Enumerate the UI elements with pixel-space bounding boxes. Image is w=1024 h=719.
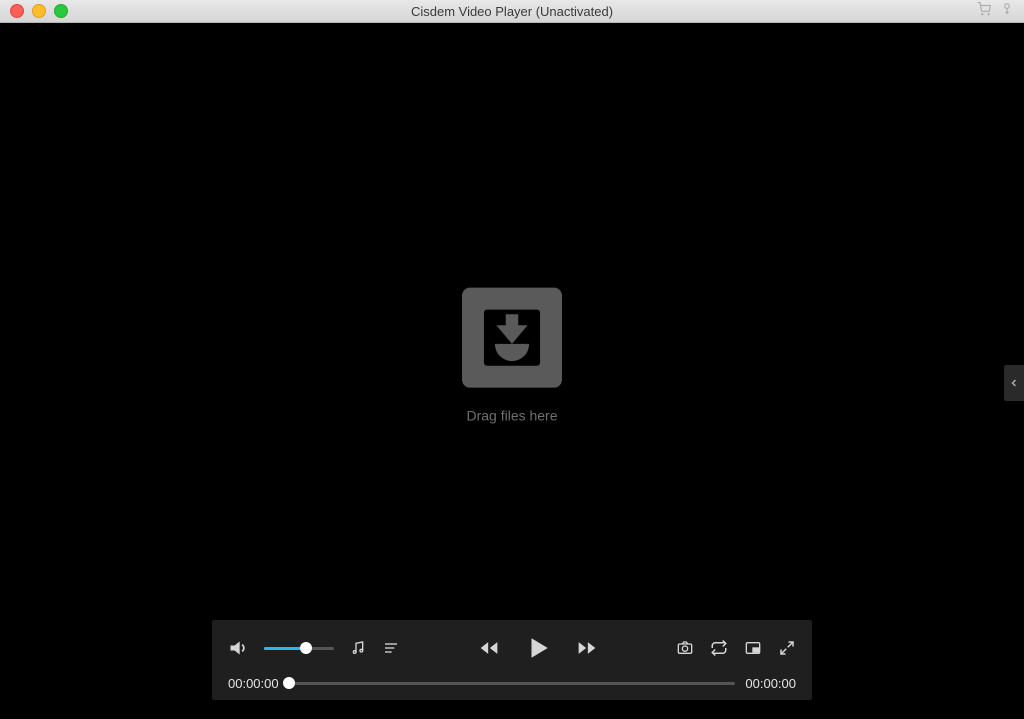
side-panel-toggle[interactable]	[1004, 365, 1024, 401]
volume-slider[interactable]	[264, 647, 334, 650]
picture-in-picture-button[interactable]	[744, 640, 762, 656]
audio-track-button[interactable]	[350, 640, 366, 656]
controls-top-row	[228, 631, 796, 665]
snapshot-button[interactable]	[676, 640, 694, 656]
cart-icon[interactable]	[976, 2, 992, 21]
rewind-button[interactable]	[477, 638, 501, 658]
titlebar-right-icons	[976, 2, 1024, 21]
controls-bar: 00:00:00 00:00:00	[212, 620, 812, 700]
window-title: Cisdem Video Player (Unactivated)	[0, 4, 1024, 19]
play-button[interactable]	[525, 635, 551, 661]
drop-zone-label: Drag files here	[466, 407, 557, 423]
playlist-button[interactable]	[382, 640, 400, 656]
fast-forward-button[interactable]	[575, 638, 599, 658]
total-time-label: 00:00:00	[745, 676, 796, 691]
loop-button[interactable]	[710, 639, 728, 657]
window-controls	[0, 4, 68, 18]
key-icon[interactable]	[1000, 2, 1014, 21]
current-time-label: 00:00:00	[228, 676, 279, 691]
close-window-button[interactable]	[10, 4, 24, 18]
seek-thumb[interactable]	[283, 677, 295, 689]
import-icon	[462, 287, 562, 387]
seek-bar[interactable]	[289, 682, 736, 685]
video-area: Drag files here	[0, 23, 1024, 719]
zoom-window-button[interactable]	[54, 4, 68, 18]
timeline-row: 00:00:00 00:00:00	[228, 676, 796, 691]
volume-thumb[interactable]	[300, 642, 312, 654]
volume-button[interactable]	[228, 638, 248, 658]
drop-zone[interactable]: Drag files here	[462, 287, 562, 423]
title-bar: Cisdem Video Player (Unactivated)	[0, 0, 1024, 23]
fullscreen-button[interactable]	[778, 639, 796, 657]
minimize-window-button[interactable]	[32, 4, 46, 18]
